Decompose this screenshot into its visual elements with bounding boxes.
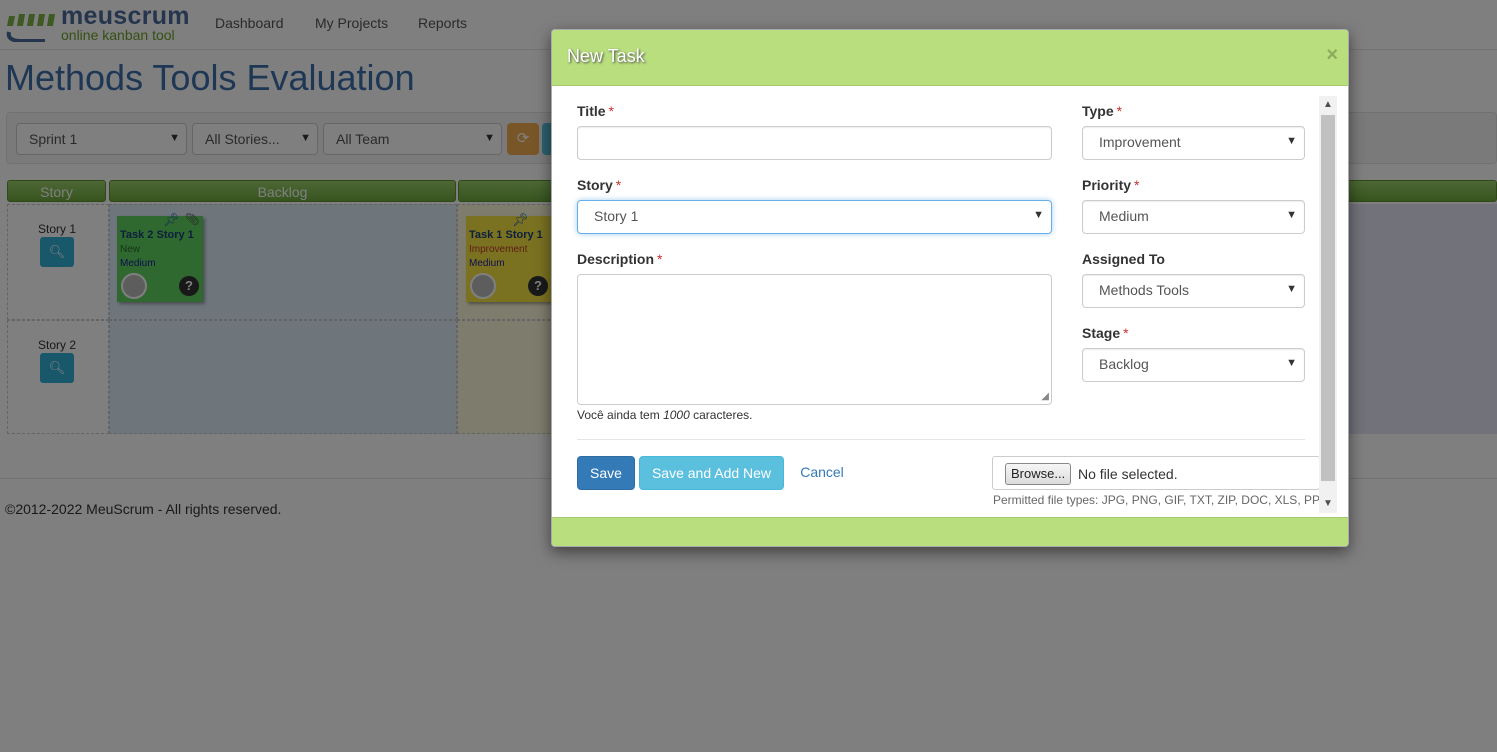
stage-select-value: Backlog [1099, 356, 1149, 372]
type-select[interactable]: Improvement ▼ [1082, 126, 1305, 160]
form-divider [577, 439, 1305, 440]
browse-button[interactable]: Browse... [1005, 463, 1072, 485]
save-button[interactable]: Save [577, 456, 635, 490]
description-textarea[interactable]: ◢ [577, 274, 1052, 405]
story-select[interactable]: Story 1 ▼ [577, 200, 1052, 234]
modal-header: New Task × [552, 30, 1348, 86]
chevron-down-icon: ▼ [1033, 209, 1044, 221]
cancel-button[interactable]: Cancel [792, 456, 852, 490]
priority-label-text: Priority [1082, 177, 1132, 193]
modal-footer [552, 517, 1348, 546]
title-label-text: Title [577, 103, 606, 119]
description-label-text: Description [577, 251, 655, 267]
resize-handle-icon[interactable]: ◢ [1041, 391, 1049, 402]
type-label: Type * [1082, 103, 1122, 119]
story-label-text: Story [577, 177, 613, 193]
chevron-down-icon: ▼ [1286, 135, 1297, 147]
priority-select-value: Medium [1099, 208, 1149, 224]
stage-select[interactable]: Backlog ▼ [1082, 348, 1305, 382]
title-input[interactable] [577, 126, 1052, 160]
modal-body: Title * Story * Story 1 ▼ Description * ◢ V… [552, 87, 1348, 517]
scrollbar-thumb[interactable] [1321, 115, 1335, 481]
new-task-modal: New Task × Title * Story * Story 1 ▼ Descr… [551, 29, 1349, 547]
stage-label-text: Stage [1082, 325, 1121, 341]
required-mark: * [615, 177, 622, 193]
story-select-value: Story 1 [594, 208, 639, 224]
assigned-to-label: Assigned To [1082, 251, 1165, 267]
assigned-to-select-value: Methods Tools [1099, 282, 1190, 298]
modal-scrollbar[interactable]: ▲ ▼ [1319, 96, 1337, 513]
close-icon[interactable]: × [1326, 44, 1338, 67]
char-hint-suffix: caracteres. [693, 408, 753, 422]
permitted-file-types: Permitted file types: JPG, PNG, GIF, TXT… [993, 493, 1321, 507]
modal-title: New Task [567, 46, 645, 66]
priority-label: Priority * [1082, 177, 1139, 193]
chevron-down-icon: ▼ [1286, 357, 1297, 369]
type-select-value: Improvement [1099, 134, 1181, 150]
char-count-hint: Você ainda tem 1000 caracteres. [577, 408, 752, 422]
scroll-down-icon[interactable]: ▼ [1322, 497, 1334, 511]
title-label: Title * [577, 103, 614, 119]
assigned-to-select[interactable]: Methods Tools ▼ [1082, 274, 1305, 308]
required-mark: * [1123, 325, 1129, 341]
file-status: No file selected. [1078, 466, 1178, 482]
type-label-text: Type [1082, 103, 1114, 119]
scroll-up-icon[interactable]: ▲ [1322, 98, 1334, 112]
attachment-file-input[interactable]: Browse... No file selected. [992, 456, 1320, 490]
chevron-down-icon: ▼ [1286, 283, 1297, 295]
char-hint-count: 1000 [663, 408, 690, 422]
chevron-down-icon: ▼ [1286, 209, 1297, 221]
story-label: Story * [577, 177, 621, 193]
required-mark: * [608, 103, 614, 119]
description-label: Description * [577, 251, 662, 267]
required-mark: * [1134, 177, 1140, 193]
save-and-add-new-button[interactable]: Save and Add New [639, 456, 784, 490]
char-hint-prefix: Você ainda tem [577, 408, 660, 422]
stage-label: Stage * [1082, 325, 1129, 341]
priority-select[interactable]: Medium ▼ [1082, 200, 1305, 234]
required-mark: * [657, 251, 663, 267]
required-mark: * [1116, 103, 1123, 119]
